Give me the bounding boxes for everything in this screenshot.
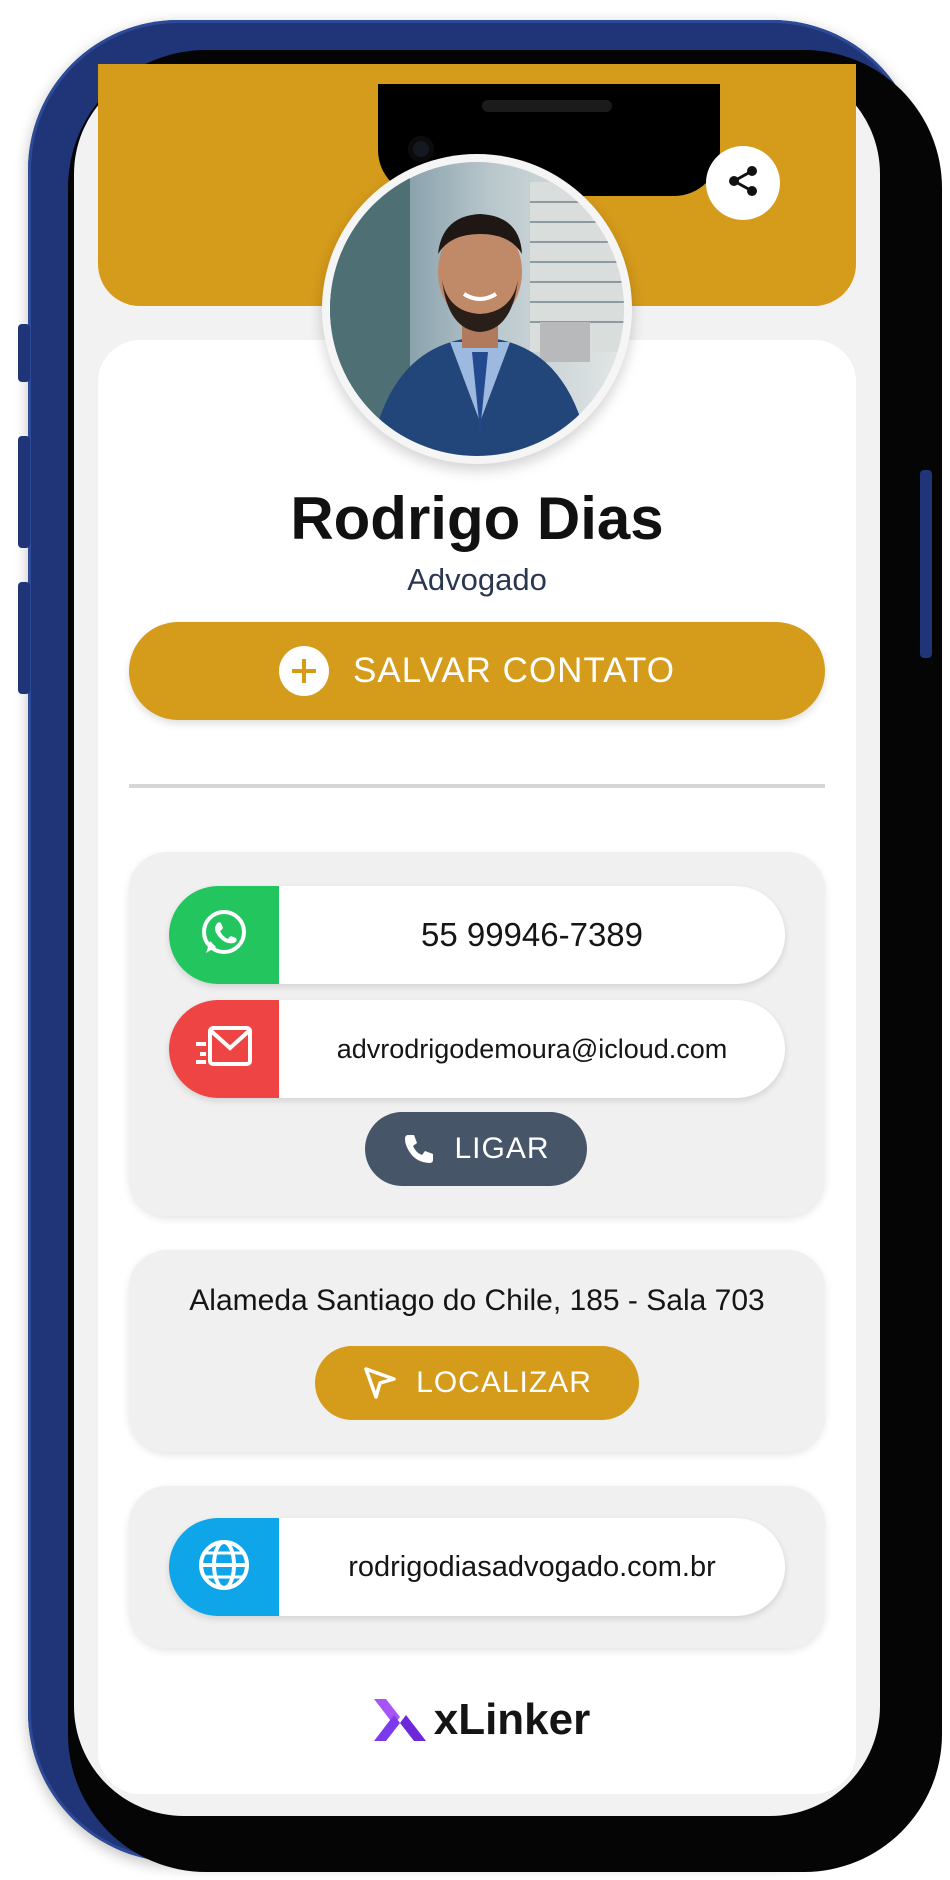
address-panel: Alameda Santiago do Chile, 185 - Sala 70… (129, 1250, 825, 1452)
call-label: LIGAR (454, 1132, 550, 1165)
xlinker-mark-icon (370, 1695, 428, 1745)
side-button-volume-up (18, 436, 30, 548)
whatsapp-number: 55 99946-7389 (420, 916, 644, 953)
website-link[interactable]: rodrigodiasadvogado.com.br (169, 1518, 785, 1616)
save-contact-button[interactable]: SALVAR CONTATO (129, 622, 825, 720)
share-icon (725, 163, 761, 204)
locate-label: LOCALIZAR (416, 1366, 592, 1399)
globe-icon (197, 1538, 251, 1597)
side-button-mute (18, 324, 30, 382)
save-contact-label: SALVAR CONTATO (353, 651, 675, 690)
speaker-grille (482, 100, 612, 112)
locate-button[interactable]: LOCALIZAR (315, 1346, 639, 1420)
contacts-panel: 55 99946-7389 advrodrigodemoura@icloud.c… (129, 852, 825, 1216)
plus-circle-icon (279, 646, 330, 696)
avatar (322, 154, 632, 464)
front-camera (408, 136, 434, 162)
phone-icon (402, 1132, 436, 1166)
profile-title: Advogado (407, 562, 547, 597)
call-button[interactable]: LIGAR (365, 1112, 587, 1186)
email-address: advrodrigodemoura@icloud.com (336, 1033, 728, 1064)
website-icon-box (169, 1518, 279, 1616)
profile-photo (330, 162, 624, 456)
mail-icon (194, 1022, 254, 1077)
whatsapp-icon (196, 905, 252, 966)
website-panel: rodrigodiasadvogado.com.br (129, 1486, 825, 1648)
address-text: Alameda Santiago do Chile, 185 - Sala 70… (189, 1284, 765, 1317)
website-url: rodrigodiasadvogado.com.br (348, 1550, 716, 1583)
profile-name: Rodrigo Dias (290, 485, 664, 552)
whatsapp-link[interactable]: 55 99946-7389 (169, 886, 785, 984)
side-button-volume-down (18, 582, 30, 694)
email-link[interactable]: advrodrigodemoura@icloud.com (169, 1000, 785, 1098)
share-button[interactable] (706, 146, 780, 220)
xlinker-logo[interactable]: xLinker (350, 1690, 610, 1750)
brand-name: xLinker (433, 1695, 591, 1744)
email-icon-box (169, 1000, 279, 1098)
navigation-arrow-icon (362, 1365, 398, 1401)
divider (129, 784, 825, 788)
whatsapp-icon-box (169, 886, 279, 984)
side-button-power (920, 470, 932, 658)
